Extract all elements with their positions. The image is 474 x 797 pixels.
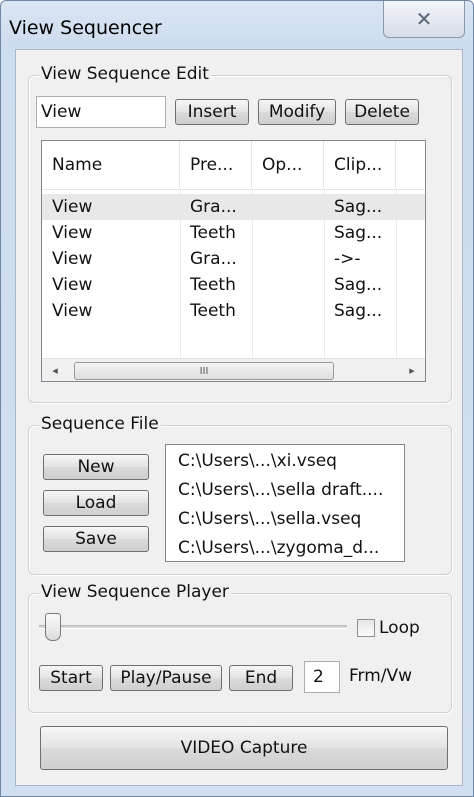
table-row[interactable]: View Teeth Sag... xyxy=(42,220,425,246)
list-item[interactable]: C:\Users\...\xi.vseq xyxy=(178,451,337,471)
table-row[interactable]: View Gra... ->- xyxy=(42,246,425,272)
client-area: View Sequence Edit View Insert Modify De… xyxy=(15,49,463,786)
table-row[interactable]: View Teeth Sag... xyxy=(42,298,425,324)
cell-op xyxy=(252,194,262,220)
cell-op xyxy=(252,246,262,272)
new-file-button[interactable]: New xyxy=(43,454,149,480)
cell-clip: Sag... xyxy=(334,275,383,295)
sequence-name-input[interactable]: View xyxy=(36,96,166,128)
load-file-button[interactable]: Load xyxy=(43,490,149,516)
loop-label: Loop xyxy=(379,618,420,638)
list-item[interactable]: C:\Users\...\zygoma_d... xyxy=(178,538,379,558)
cell-preset: Teeth xyxy=(190,275,236,295)
column-header-name[interactable]: Name xyxy=(42,141,180,189)
group-legend: View Sequence Player xyxy=(39,582,231,602)
cell-clip: ->- xyxy=(334,249,361,269)
grip-icon: III xyxy=(199,365,209,377)
close-button[interactable]: ✕ xyxy=(383,1,465,38)
cell-preset: Teeth xyxy=(190,223,236,243)
cell-preset: Gra... xyxy=(190,197,237,217)
column-header-op[interactable]: Op... xyxy=(252,141,324,189)
sequence-file-group: Sequence File New Load Save C:\Users\...… xyxy=(28,414,452,575)
cell-clip: Sag... xyxy=(334,197,383,217)
group-legend: View Sequence Edit xyxy=(39,64,211,84)
cell-name: View xyxy=(52,249,93,269)
column-header-clip[interactable]: Clip... xyxy=(324,141,396,189)
end-button[interactable]: End xyxy=(229,665,293,691)
insert-button[interactable]: Insert xyxy=(175,99,249,125)
cell-name: View xyxy=(52,197,93,217)
loop-checkbox[interactable] xyxy=(357,619,375,637)
slider-track[interactable] xyxy=(39,625,347,629)
play-pause-button[interactable]: Play/Pause xyxy=(110,665,222,691)
horizontal-scrollbar[interactable]: ◂ III ▸ xyxy=(42,358,425,381)
view-sequence-player-group: View Sequence Player Loop Start Play/Pau… xyxy=(28,582,452,713)
scroll-left-icon[interactable]: ◂ xyxy=(44,359,66,381)
cell-preset: Teeth xyxy=(190,301,236,321)
cell-clip: Sag... xyxy=(334,301,383,321)
delete-button[interactable]: Delete xyxy=(345,99,419,125)
video-capture-button[interactable]: VIDEO Capture xyxy=(40,726,448,770)
table-row[interactable]: View Teeth Sag... xyxy=(42,272,425,298)
close-icon: ✕ xyxy=(415,7,433,31)
modify-button[interactable]: Modify xyxy=(258,99,336,125)
save-file-button[interactable]: Save xyxy=(43,526,149,552)
sequence-list[interactable]: Name Pre... Op... Clip... View Gra... Sa… xyxy=(41,140,426,382)
list-item[interactable]: C:\Users\...\sella draft.... xyxy=(178,480,383,500)
list-header: Name Pre... Op... Clip... xyxy=(42,141,425,190)
start-button[interactable]: Start xyxy=(39,665,103,691)
view-sequence-edit-group: View Sequence Edit View Insert Modify De… xyxy=(28,64,452,403)
column-header-preset[interactable]: Pre... xyxy=(180,141,252,189)
frames-unit-label: Frm/Vw xyxy=(349,666,413,686)
table-row[interactable]: View Gra... Sag... xyxy=(42,194,425,220)
scroll-thumb[interactable]: III xyxy=(74,362,334,380)
slider-thumb[interactable] xyxy=(45,613,61,641)
window-title: View Sequencer xyxy=(9,17,162,39)
cell-op xyxy=(252,298,262,324)
recent-files-list[interactable]: C:\Users\...\xi.vseq C:\Users\...\sella … xyxy=(165,444,405,562)
cell-op xyxy=(252,272,262,298)
cell-name: View xyxy=(52,223,93,243)
view-sequencer-window: View Sequencer ✕ View Sequence Edit View… xyxy=(0,0,474,797)
scroll-right-icon[interactable]: ▸ xyxy=(401,359,423,381)
cell-op xyxy=(252,220,262,246)
list-item[interactable]: C:\Users\...\sella.vseq xyxy=(178,509,361,529)
frames-per-view-input[interactable]: 2 xyxy=(304,661,340,693)
cell-name: View xyxy=(52,301,93,321)
cell-clip: Sag... xyxy=(334,223,383,243)
cell-preset: Gra... xyxy=(190,249,237,269)
cell-name: View xyxy=(52,275,93,295)
group-legend: Sequence File xyxy=(39,414,161,434)
